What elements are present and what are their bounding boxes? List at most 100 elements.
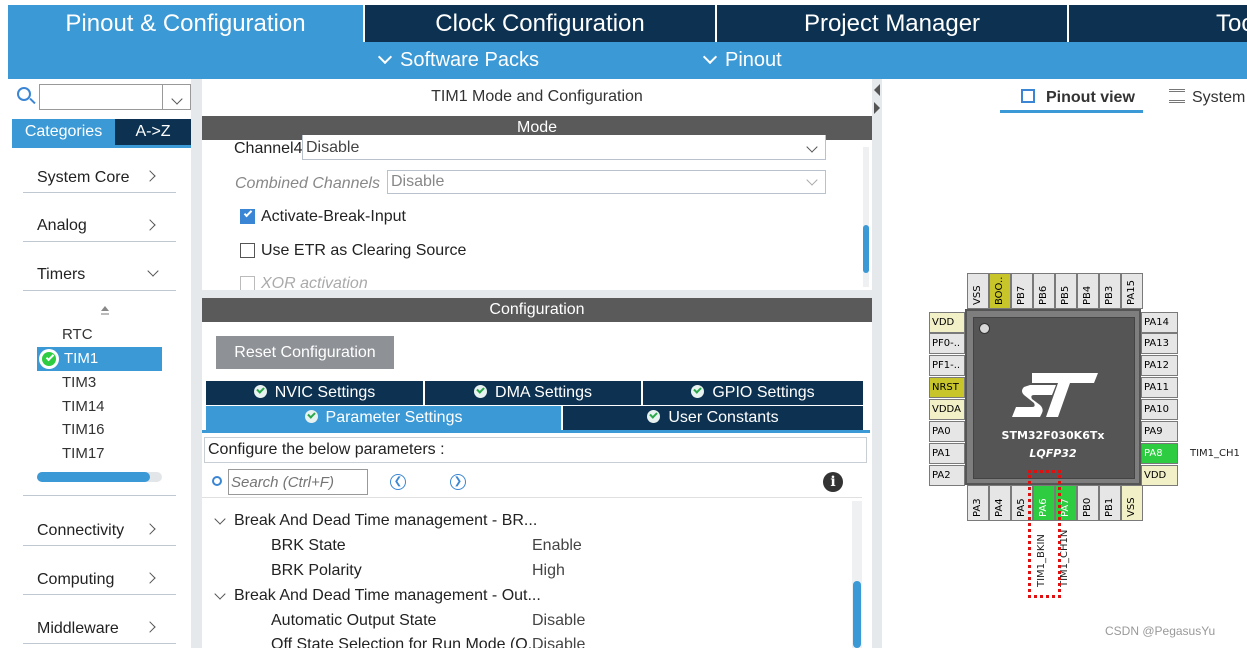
list-icon [1169, 89, 1185, 103]
parameter-search-input[interactable] [228, 469, 368, 495]
pin-right-6[interactable]: PA9 [1141, 421, 1178, 442]
tab-gpio-settings[interactable]: GPIO Settings [643, 381, 863, 405]
pin-left-6[interactable]: PA0 [929, 421, 965, 442]
pin-right-3[interactable]: PA12 [1141, 355, 1178, 376]
channel4-select[interactable]: Disable [302, 135, 826, 160]
divider [202, 497, 862, 498]
info-icon[interactable]: i [823, 472, 843, 492]
search-history-dropdown[interactable] [163, 84, 191, 110]
search-next-icon[interactable]: ❯ [450, 474, 466, 490]
pinout-menu[interactable]: Pinout [702, 42, 782, 79]
pin-left-1[interactable]: VDD [929, 312, 965, 333]
pin-top-1[interactable]: VSS [967, 273, 989, 309]
param-brk-state-value[interactable]: Enable [532, 537, 582, 555]
group-break-dead-time-brk[interactable]: Break And Dead Time management - BR... [234, 512, 537, 530]
pin-top-2[interactable]: BOO.. [989, 273, 1011, 309]
parameter-scrollbar-thumb[interactable] [853, 581, 861, 648]
pin-right-8[interactable]: VDD [1141, 465, 1178, 486]
scroll-up-icon-bar [101, 313, 109, 315]
pin-left-8[interactable]: PA2 [929, 465, 965, 486]
category-analog[interactable]: Analog [37, 217, 87, 235]
search-previous-icon[interactable]: ❮ [390, 474, 406, 490]
category-computing[interactable]: Computing [37, 571, 114, 589]
tab-parameter-settings[interactable]: Parameter Settings [206, 406, 561, 430]
tab-pinout-configuration[interactable]: Pinout & Configuration [8, 5, 363, 42]
watermark: CSDN @PegasusYu [1105, 624, 1216, 638]
page-title: TIM1 Mode and Configuration [431, 88, 643, 105]
category-timers[interactable]: Timers [37, 266, 85, 284]
param-brk-polarity-name: BRK Polarity [271, 562, 362, 579]
pin-bottom-7[interactable]: PB1 [1099, 485, 1121, 521]
list-item-rtc[interactable]: RTC [62, 326, 93, 343]
mcu-chip[interactable]: STM32F030K6Tx LQFP32 [965, 309, 1141, 485]
category-connectivity[interactable]: Connectivity [37, 522, 124, 540]
category-middleware[interactable]: Middleware [37, 620, 119, 638]
pin-bottom-8[interactable]: VSS [1121, 485, 1143, 521]
panel-splitter[interactable] [872, 79, 882, 648]
chevron-down-icon[interactable] [214, 588, 226, 600]
pin-top-3[interactable]: PB7 [1011, 273, 1033, 309]
tab-dma-settings[interactable]: DMA Settings [425, 381, 641, 405]
tab-categories[interactable]: Categories [12, 119, 115, 145]
pin-top-7[interactable]: PB3 [1099, 273, 1121, 309]
check-circle-icon [304, 410, 318, 423]
highlight-annotation [1028, 470, 1061, 598]
param-off-state-run-mode-value[interactable]: Disable [532, 636, 585, 648]
pin-bottom-2[interactable]: PA4 [989, 485, 1011, 521]
pin-right-1[interactable]: PA14 [1141, 312, 1178, 333]
pin-left-7[interactable]: PA1 [929, 443, 965, 464]
param-off-state-run-mode-name: Off State Selection for Run Mode (O... [271, 636, 542, 648]
pin-top-4[interactable]: PB6 [1033, 273, 1055, 309]
software-packs-label: Software Packs [400, 49, 539, 71]
param-automatic-output-state-value[interactable]: Disable [532, 612, 585, 630]
tab-nvic-settings[interactable]: NVIC Settings [206, 381, 423, 405]
software-packs-menu[interactable]: Software Packs [377, 42, 539, 79]
system-view-tab[interactable]: System [1192, 89, 1245, 107]
pinout-view-tab[interactable]: Pinout view [1046, 89, 1135, 107]
list-item-tim16[interactable]: TIM16 [62, 421, 105, 438]
tab-user-constants[interactable]: User Constants [563, 406, 863, 430]
collapse-left-icon[interactable] [874, 84, 880, 96]
search-icon [212, 476, 222, 486]
list-item-tim14[interactable]: TIM14 [62, 398, 105, 415]
combined-channels-select: Disable [387, 170, 826, 194]
scroll-up-icon[interactable] [101, 306, 109, 311]
pin-top-8[interactable]: PA15 [1121, 273, 1143, 309]
list-item-tim17[interactable]: TIM17 [62, 445, 105, 462]
pin-right-2[interactable]: PA13 [1141, 333, 1178, 354]
check-circle-icon [474, 385, 488, 398]
group-break-dead-time-output[interactable]: Break And Dead Time management - Out... [234, 587, 541, 605]
chip-package: LQFP32 [1029, 447, 1077, 460]
use-etr-checkbox[interactable] [240, 243, 255, 258]
pin-right-7[interactable]: PA8 [1141, 443, 1178, 464]
tab-project-manager[interactable]: Project Manager [717, 5, 1067, 42]
tab-clock-configuration[interactable]: Clock Configuration [365, 5, 715, 42]
mode-scrollbar-thumb[interactable] [863, 225, 869, 273]
tab-tools[interactable]: Tools [1069, 5, 1247, 42]
pin-right-4[interactable]: PA11 [1141, 377, 1178, 398]
collapse-right-icon[interactable] [874, 102, 880, 114]
list-item-tim3[interactable]: TIM3 [62, 374, 96, 391]
panel-splitter[interactable] [191, 79, 202, 648]
panel-splitter[interactable] [202, 290, 872, 298]
search-input[interactable] [39, 84, 163, 110]
pin-left-3[interactable]: PF1-.. [929, 355, 965, 376]
divider [23, 192, 176, 193]
horizontal-scrollbar-thumb[interactable] [37, 472, 150, 482]
pin-left-4[interactable]: NRST [929, 377, 965, 398]
pin-left-5[interactable]: VDDA [929, 399, 965, 420]
pin-right-5[interactable]: PA10 [1141, 399, 1178, 420]
chevron-right-icon [144, 572, 156, 584]
pin-top-5[interactable]: PB5 [1055, 273, 1077, 309]
pin-bottom-6[interactable]: PB0 [1077, 485, 1099, 521]
param-brk-polarity-value[interactable]: High [532, 562, 565, 580]
pin-bottom-1[interactable]: PA3 [967, 485, 989, 521]
chevron-down-icon [702, 49, 718, 65]
category-system-core[interactable]: System Core [37, 169, 129, 187]
tab-a-z[interactable]: A->Z [115, 119, 191, 145]
pin-top-6[interactable]: PB4 [1077, 273, 1099, 309]
pin-left-2[interactable]: PF0-.. [929, 333, 965, 354]
check-circle-icon [647, 410, 661, 423]
chevron-down-icon[interactable] [214, 513, 226, 525]
reset-configuration-button[interactable]: Reset Configuration [216, 336, 394, 369]
